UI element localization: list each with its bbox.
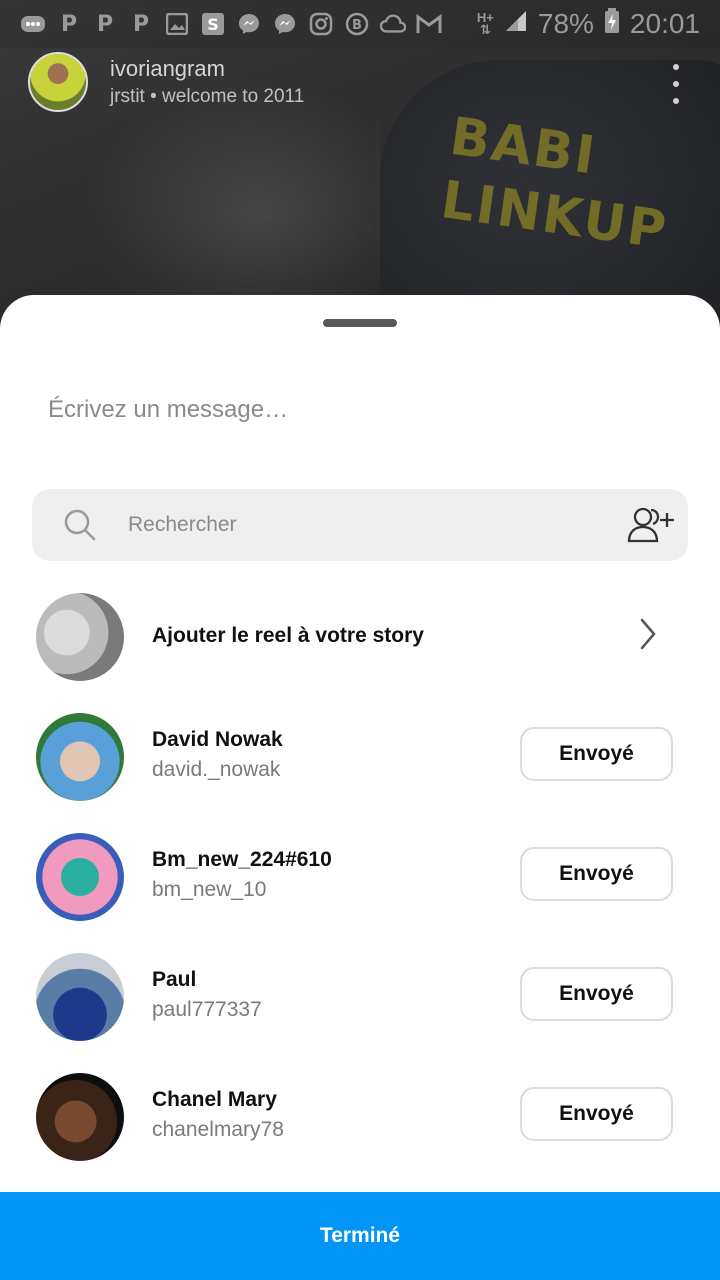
message-input[interactable] [48, 390, 668, 430]
sent-button[interactable]: Envoyé [520, 1087, 673, 1141]
contact-row[interactable]: Chanel Mary chanelmary78 Envoyé [0, 1066, 720, 1166]
messenger-icon [272, 11, 298, 37]
sent-button[interactable]: Envoyé [520, 967, 673, 1021]
reel-header: ivoriangram jrstit • welcome to 2011 [28, 52, 304, 112]
search-icon [64, 509, 96, 541]
status-bar-notification-icons: P P P S B [20, 11, 442, 37]
contact-name: Paul [152, 968, 197, 991]
more-options-icon[interactable] [664, 64, 688, 104]
sent-button[interactable]: Envoyé [520, 727, 673, 781]
reel-meta: ivoriangram jrstit • welcome to 2011 [110, 56, 304, 108]
contact-name: Chanel Mary [152, 1088, 277, 1111]
contact-avatar [36, 833, 124, 921]
cloud-icon [380, 11, 406, 37]
search-input[interactable] [128, 505, 588, 545]
s-app-icon: S [200, 11, 226, 37]
p-icon: P [60, 11, 78, 37]
share-sheet: Ajouter le reel à votre story David Nowa… [0, 295, 720, 1280]
battery-percent: 78% [537, 8, 594, 39]
contact-row[interactable]: Paul paul777337 Envoyé [0, 946, 720, 1046]
contact-avatar [36, 713, 124, 801]
contact-username: david._nowak [152, 758, 281, 781]
image-icon [164, 11, 190, 37]
status-bar-system-icons: H+ ⇅ 78% 20:01 [476, 7, 700, 41]
contact-username: chanelmary78 [152, 1118, 284, 1141]
signal-bars-icon [504, 8, 528, 40]
contact-avatar [36, 953, 124, 1041]
p-icon: P [96, 11, 114, 37]
svg-text:S: S [207, 15, 219, 34]
b-icon: B [344, 11, 370, 37]
svg-text:B: B [352, 18, 362, 33]
status-bar: P P P S B H+ ⇅ 78% 20:01 [0, 0, 720, 48]
gmail-icon [416, 11, 442, 37]
sent-button[interactable]: Envoyé [520, 847, 673, 901]
contact-avatar [36, 1073, 124, 1161]
messenger-icon [236, 11, 262, 37]
message-bubble-icon [20, 11, 46, 37]
add-to-story-label: Ajouter le reel à votre story [152, 624, 424, 647]
signal-hplus-icon: H+ ⇅ [476, 10, 494, 37]
reel-subtitle: jrstit • welcome to 2011 [110, 86, 305, 107]
reel-author-avatar[interactable] [28, 52, 88, 112]
contact-name: David Nowak [152, 728, 283, 751]
contact-name: Bm_new_224#610 [152, 848, 332, 871]
contact-username: bm_new_10 [152, 878, 267, 901]
reel-branch-image [80, 80, 380, 300]
chevron-right-icon [640, 618, 656, 650]
reel-background: BABI LINKUP [0, 0, 720, 330]
contact-username: paul777337 [152, 998, 262, 1021]
story-avatar [36, 593, 124, 681]
battery-charging-icon [604, 7, 620, 41]
p-icon: P [132, 11, 150, 37]
search-bar [32, 489, 688, 561]
contact-row[interactable]: Bm_new_224#610 bm_new_10 Envoyé [0, 826, 720, 926]
add-people-icon[interactable] [626, 505, 676, 545]
done-button[interactable]: Terminé [0, 1192, 720, 1280]
sheet-drag-handle[interactable] [323, 319, 397, 327]
clock: 20:01 [629, 8, 700, 39]
add-to-story-row[interactable]: Ajouter le reel à votre story [0, 586, 720, 686]
contact-row[interactable]: David Nowak david._nowak Envoyé [0, 706, 720, 806]
reel-username[interactable]: ivoriangram [110, 56, 304, 82]
instagram-icon [308, 11, 334, 37]
